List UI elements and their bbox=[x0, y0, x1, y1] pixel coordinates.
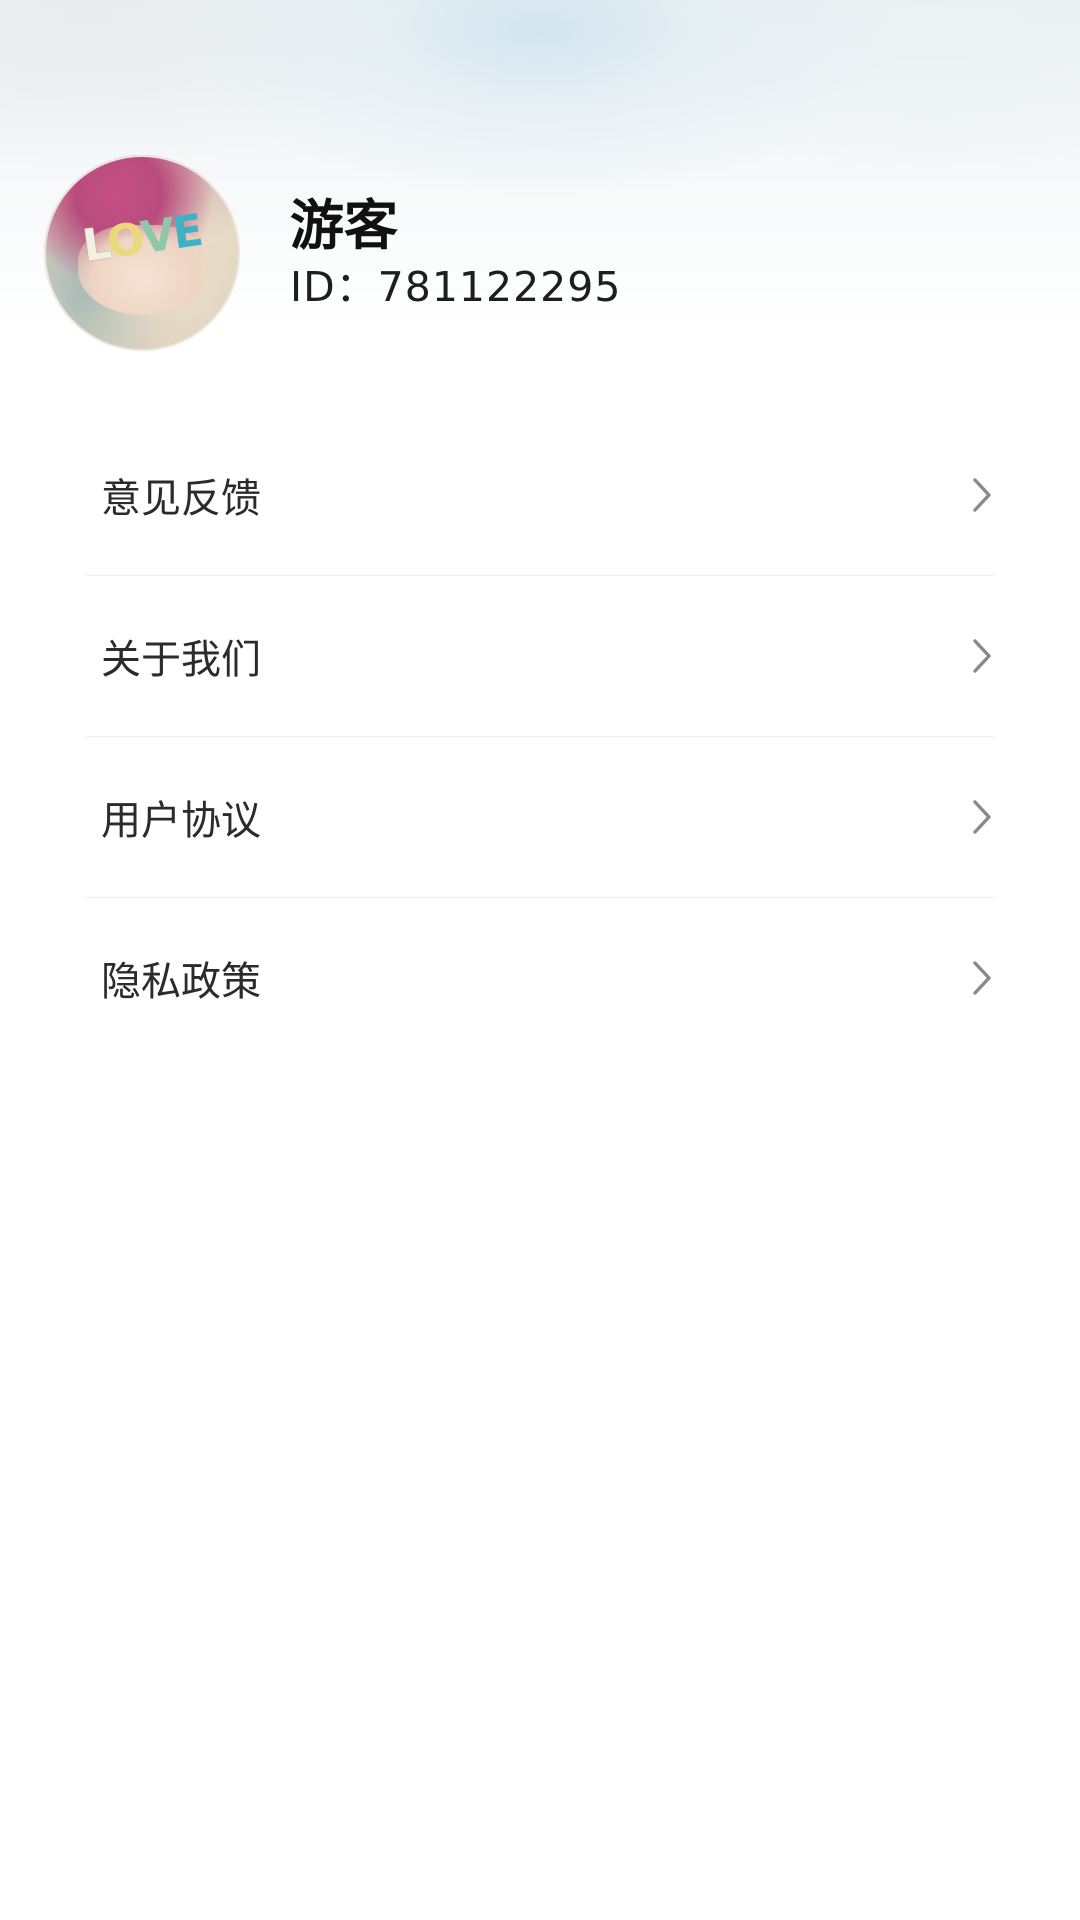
user-id: ID：781122295 bbox=[290, 263, 622, 311]
chevron-right-icon bbox=[970, 475, 994, 515]
menu-item-label: 关于我们 bbox=[101, 637, 261, 683]
profile-screen: LOVE 游客 ID：781122295 意见反馈 关于我们 用户协议 隐私政策 bbox=[0, 0, 1080, 1920]
menu-item-about-us[interactable]: 关于我们 bbox=[86, 576, 994, 737]
nickname: 游客 bbox=[290, 194, 398, 257]
profile-header: LOVE 游客 ID：781122295 bbox=[44, 155, 1044, 351]
chevron-right-icon bbox=[970, 797, 994, 837]
profile-info: 游客 ID：781122295 bbox=[290, 193, 621, 313]
menu-item-user-agreement[interactable]: 用户协议 bbox=[86, 737, 994, 898]
chevron-right-icon bbox=[970, 958, 994, 998]
avatar[interactable]: LOVE bbox=[44, 155, 240, 351]
menu-item-feedback[interactable]: 意见反馈 bbox=[86, 415, 994, 576]
chevron-right-icon bbox=[970, 636, 994, 676]
menu-item-label: 意见反馈 bbox=[101, 476, 261, 522]
menu-item-label: 用户协议 bbox=[101, 798, 261, 844]
menu-item-label: 隐私政策 bbox=[101, 959, 261, 1005]
settings-menu: 意见反馈 关于我们 用户协议 隐私政策 bbox=[86, 415, 994, 1058]
menu-item-privacy-policy[interactable]: 隐私政策 bbox=[86, 898, 994, 1058]
